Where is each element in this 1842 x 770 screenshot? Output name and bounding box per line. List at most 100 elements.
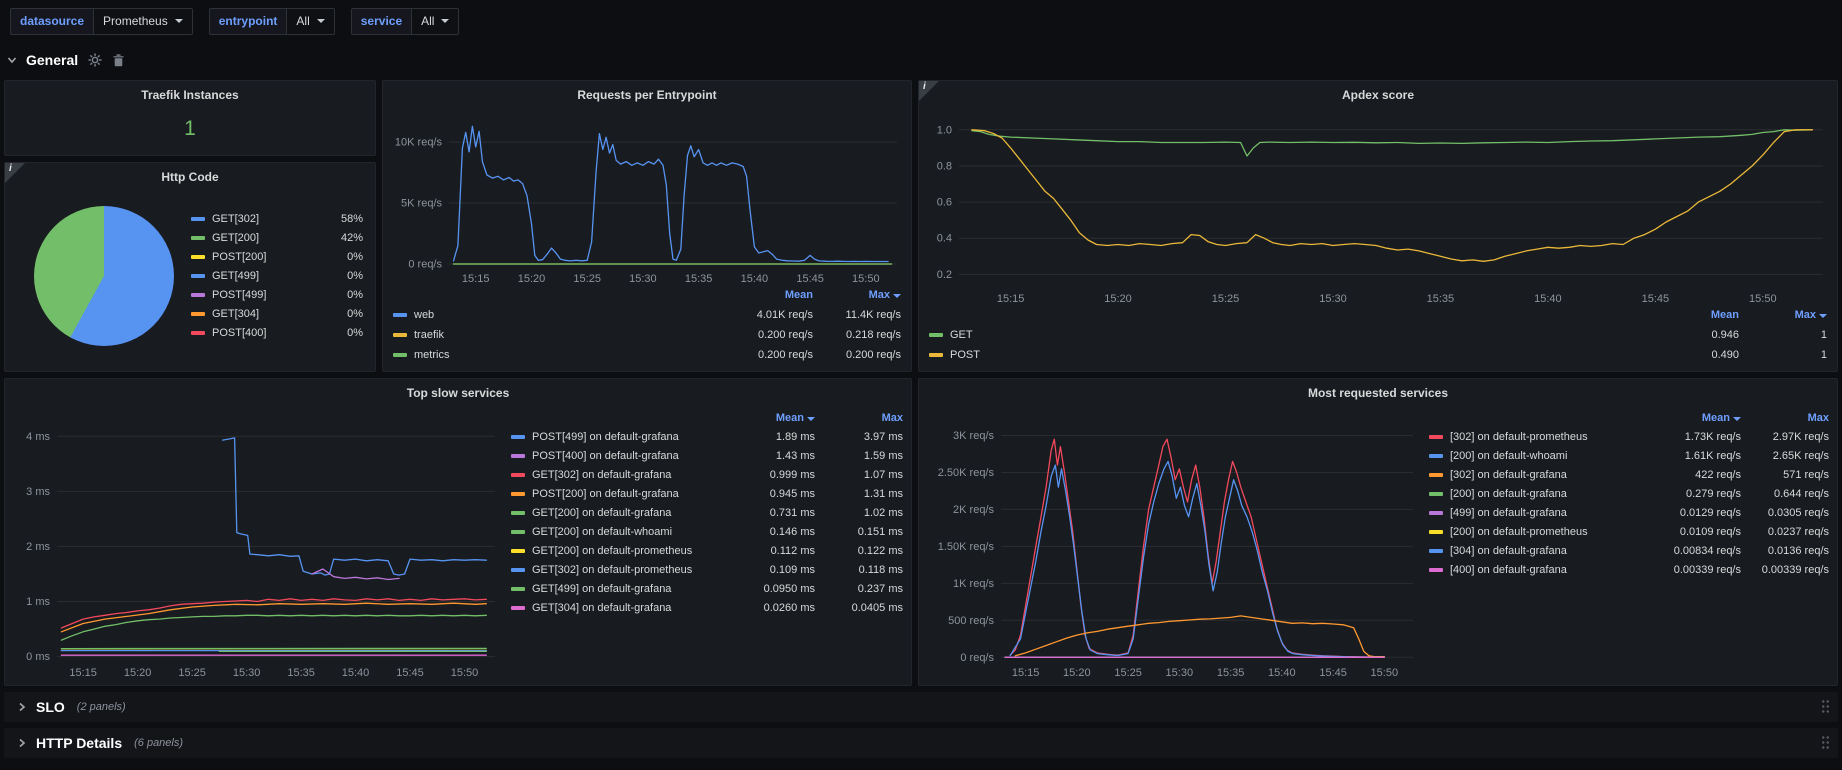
legend-sort-max[interactable]: Max — [813, 289, 901, 301]
most-requested-body: 0 req/s500 req/s1K req/s1.50K req/s2K re… — [919, 407, 1837, 685]
var-service-value: All — [421, 14, 434, 28]
most-requested-chart[interactable]: 0 req/s500 req/s1K req/s1.50K req/s2K re… — [927, 407, 1423, 679]
legend-value: 1.73K req/s — [1653, 431, 1741, 443]
panel-title-traefik-instances[interactable]: Traefik Instances — [5, 81, 375, 109]
panel-info-corner[interactable] — [919, 81, 939, 101]
row-header-slo[interactable]: SLO (2 panels) — [4, 692, 1838, 722]
legend-item-name[interactable]: GET[499] — [191, 270, 321, 282]
svg-text:15:20: 15:20 — [124, 667, 152, 679]
legend-item-name[interactable]: POST[400] on default-grafana — [511, 450, 727, 462]
legend-item-name[interactable]: GET[200] on default-prometheus — [511, 545, 727, 557]
legend-sort-max[interactable]: Max — [815, 412, 903, 424]
legend-item-name[interactable]: [400] on default-grafana — [1429, 564, 1653, 576]
legend-item: GET[304] on default-grafana0.0260 ms0.04… — [511, 598, 903, 617]
legend-value: 1 — [1739, 329, 1827, 341]
legend-value: 1.61K req/s — [1653, 450, 1741, 462]
legend-item-name[interactable]: GET — [929, 329, 1651, 341]
legend-item-name[interactable]: GET[302] on default-prometheus — [511, 564, 727, 576]
legend-item-name[interactable]: [304] on default-grafana — [1429, 545, 1653, 557]
legend-sort-mean[interactable]: Mean — [725, 289, 813, 301]
legend-value: 0.0136 req/s — [1741, 545, 1829, 557]
legend-item-name[interactable]: GET[499] on default-grafana — [511, 583, 727, 595]
panel-title-http-code[interactable]: Http Code — [5, 163, 375, 191]
svg-text:1.50K req/s: 1.50K req/s — [938, 541, 995, 553]
legend-item: [302] on default-prometheus1.73K req/s2.… — [1429, 427, 1829, 446]
chevron-down-icon — [175, 19, 183, 23]
legend-item-name[interactable]: POST[400] — [191, 327, 321, 339]
legend-item-name[interactable]: [302] on default-prometheus — [1429, 431, 1653, 443]
panel-info-corner[interactable] — [5, 163, 25, 183]
chevron-down-icon — [441, 19, 449, 23]
legend-item: GET[200] on default-whoami0.146 ms0.151 … — [511, 522, 903, 541]
svg-text:15:15: 15:15 — [69, 667, 97, 679]
var-entrypoint-label: entrypoint — [209, 8, 287, 35]
legend-sort-mean[interactable]: Mean — [1651, 309, 1739, 321]
trash-icon[interactable] — [112, 53, 125, 67]
pie-wrap — [17, 206, 191, 346]
legend-item-name[interactable]: GET[200] on default-whoami — [511, 526, 727, 538]
legend-item: traefik0.200 req/s0.218 req/s — [393, 325, 901, 345]
chevron-down-icon — [317, 19, 325, 23]
panel-title-text: Http Code — [161, 170, 218, 184]
series-swatch — [191, 312, 205, 316]
panel-requests-per-entrypoint: Requests per Entrypoint 0 req/s5K req/s1… — [382, 80, 912, 372]
legend-item-name[interactable]: GET[200] — [191, 232, 321, 244]
panel-title-text: Apdex score — [1342, 88, 1414, 102]
series-swatch — [393, 333, 407, 337]
legend-sort-mean[interactable]: Mean — [727, 412, 815, 424]
http-code-pie-chart[interactable] — [34, 206, 174, 346]
legend-item-name[interactable]: [200] on default-whoami — [1429, 450, 1653, 462]
svg-text:15:30: 15:30 — [629, 273, 657, 285]
var-service-label: service — [351, 8, 411, 35]
legend-header: MeanMax — [511, 409, 903, 427]
legend-sort-max[interactable]: Max — [1741, 412, 1829, 424]
legend-value: 571 req/s — [1741, 469, 1829, 481]
top-slow-chart[interactable]: 0 ms1 ms2 ms3 ms4 ms15:1515:2015:2515:30… — [13, 407, 505, 679]
row-drag-handle[interactable] — [1821, 735, 1830, 751]
legend-item-name[interactable]: POST[499] — [191, 289, 321, 301]
gear-icon[interactable] — [88, 53, 102, 67]
var-service-select[interactable]: All — [411, 8, 459, 35]
legend-item-name[interactable]: GET[304] on default-grafana — [511, 602, 727, 614]
legend-item-name[interactable]: web — [393, 309, 725, 321]
svg-text:15:20: 15:20 — [518, 273, 546, 285]
row-header-http-details[interactable]: HTTP Details (6 panels) — [4, 728, 1838, 758]
var-datasource-select[interactable]: Prometheus — [93, 8, 193, 35]
legend-item-name[interactable]: POST[200] on default-grafana — [511, 488, 727, 500]
apdex-chart[interactable]: 0.20.40.60.81.015:1515:2015:2515:3015:35… — [923, 109, 1833, 305]
panel-title-text: Top slow services — [407, 386, 510, 400]
series-swatch — [1429, 568, 1443, 572]
legend-item-name[interactable]: [200] on default-prometheus — [1429, 526, 1653, 538]
http-code-legend: GET[302]58%GET[200]42%POST[200]0%GET[499… — [191, 210, 363, 343]
legend-value: 0% — [321, 270, 363, 282]
legend-item-name[interactable]: GET[200] on default-grafana — [511, 507, 727, 519]
row-drag-handle[interactable] — [1821, 699, 1830, 715]
legend-value: 0.200 req/s — [725, 329, 813, 341]
var-entrypoint-select[interactable]: All — [286, 8, 334, 35]
legend-item-name[interactable]: GET[302] on default-grafana — [511, 469, 727, 481]
legend-item: [400] on default-grafana0.00339 req/s0.0… — [1429, 560, 1829, 579]
panel-title-requests[interactable]: Requests per Entrypoint — [383, 81, 911, 109]
requests-chart[interactable]: 0 req/s5K req/s10K req/s15:1515:2015:251… — [387, 109, 907, 285]
chevron-down-icon — [6, 54, 18, 66]
legend-item-name[interactable]: [200] on default-grafana — [1429, 488, 1653, 500]
legend-item-name[interactable]: metrics — [393, 349, 725, 361]
legend-sort-max[interactable]: Max — [1739, 309, 1827, 321]
legend-value: 2.97K req/s — [1741, 431, 1829, 443]
legend-item-name[interactable]: traefik — [393, 329, 725, 341]
svg-text:4 ms: 4 ms — [26, 431, 50, 443]
panel-title-apdex[interactable]: Apdex score — [919, 81, 1837, 109]
legend-item-name[interactable]: [302] on default-grafana — [1429, 469, 1653, 481]
legend-sort-mean[interactable]: Mean — [1653, 412, 1741, 424]
legend-item-name[interactable]: POST — [929, 349, 1651, 361]
panel-title-top-slow[interactable]: Top slow services — [5, 379, 911, 407]
legend-item-name[interactable]: POST[499] on default-grafana — [511, 431, 727, 443]
panel-title-most-requested[interactable]: Most requested services — [919, 379, 1837, 407]
legend-item-name[interactable]: POST[200] — [191, 251, 321, 263]
legend-item-name[interactable]: [499] on default-grafana — [1429, 507, 1653, 519]
row-header-general[interactable]: General — [4, 46, 125, 74]
legend-value: 1.07 ms — [815, 469, 903, 481]
legend-item-name[interactable]: GET[304] — [191, 308, 321, 320]
legend-value: 0.200 req/s — [813, 349, 901, 361]
legend-item-name[interactable]: GET[302] — [191, 213, 321, 225]
